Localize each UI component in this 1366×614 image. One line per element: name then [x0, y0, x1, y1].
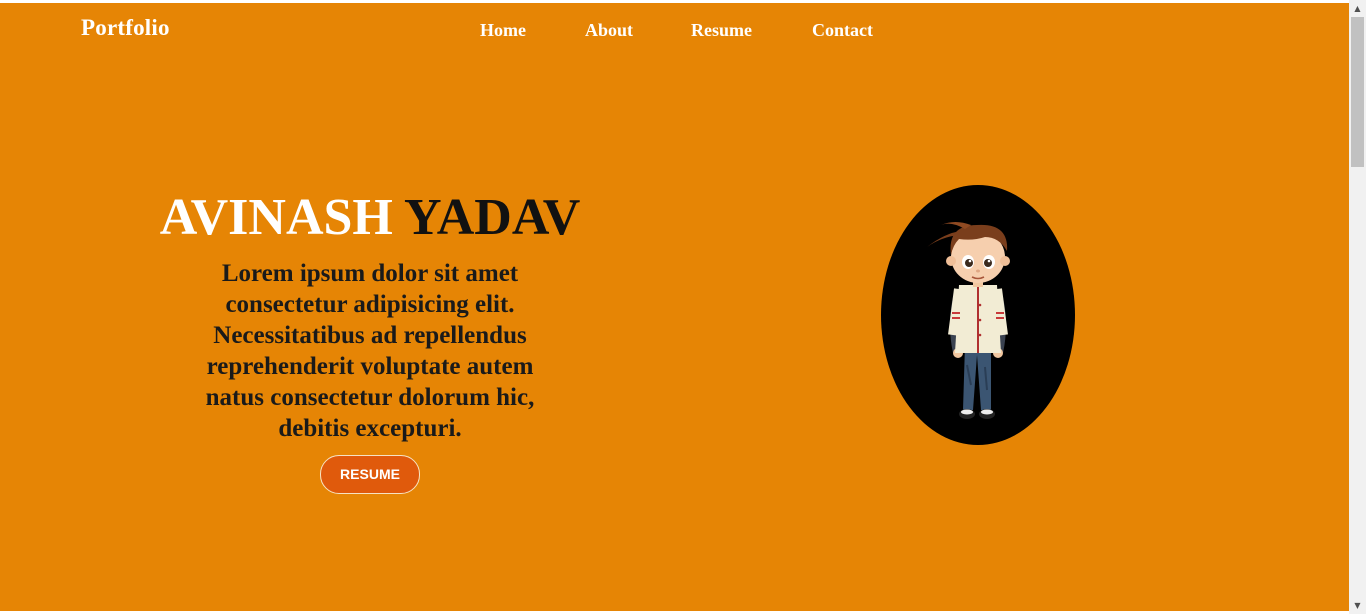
hero-name: AVINASH YADAV	[130, 188, 610, 248]
hero-intro: AVINASH YADAV Lorem ipsum dolor sit amet…	[130, 188, 610, 494]
first-name: AVINASH	[159, 189, 393, 246]
avatar	[881, 185, 1075, 445]
nav-resume-link[interactable]: Resume	[691, 20, 752, 41]
intro-text: Lorem ipsum dolor sit amet consectetur a…	[205, 260, 535, 442]
main-nav: Home About Resume Contact	[0, 20, 1349, 44]
scroll-up-icon[interactable]: ▲	[1349, 0, 1366, 17]
resume-button[interactable]: RESUME	[320, 455, 420, 494]
nav-about-link[interactable]: About	[585, 20, 633, 41]
nav-home-link[interactable]: Home	[480, 20, 526, 41]
portfolio-page: Portfolio Home About Resume Contact AVIN…	[0, 3, 1349, 611]
browser-viewport: Portfolio Home About Resume Contact AVIN…	[0, 0, 1366, 614]
last-name: YADAV	[403, 189, 581, 246]
nav-contact-link[interactable]: Contact	[812, 20, 873, 41]
scroll-down-icon[interactable]: ▼	[1349, 597, 1366, 614]
cartoon-boy-avatar-icon	[927, 222, 1010, 419]
vertical-scrollbar[interactable]: ▲ ▼	[1349, 0, 1366, 614]
scroll-thumb[interactable]	[1351, 17, 1364, 167]
